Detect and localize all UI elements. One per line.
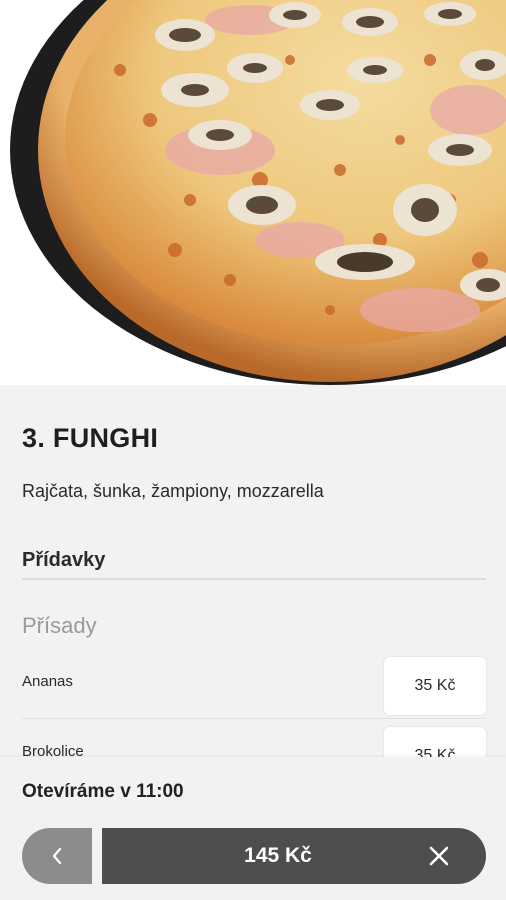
extras-heading: Přídavky (22, 549, 106, 571)
back-button[interactable] (22, 828, 92, 884)
product-image (0, 0, 506, 385)
opening-hours: Otevíráme v 11:00 (22, 781, 184, 802)
addon-add-button[interactable]: 35 Kč (384, 727, 486, 757)
pizza-illustration (10, 0, 506, 385)
section-divider (22, 578, 486, 580)
product-detail: 3. FUNGHI Rajčata, šunka, žampiony, mozz… (0, 385, 506, 757)
addon-row-brokolice: Brokolice 35 Kč (22, 727, 486, 757)
order-footer: Otevíráme v 11:00 145 Kč (0, 757, 506, 900)
product-description: Rajčata, šunka, žampiony, mozzarella (22, 481, 324, 501)
close-icon[interactable] (428, 845, 450, 867)
chevron-left-icon (52, 847, 62, 865)
addon-add-button[interactable]: 35 Kč (384, 657, 486, 715)
order-total: 145 Kč (244, 844, 312, 867)
addon-name: Brokolice (22, 743, 84, 757)
product-title: 3. FUNGHI (22, 423, 159, 453)
extras-group-label: Přísady (22, 613, 97, 638)
addon-name: Ananas (22, 673, 73, 690)
row-divider (22, 718, 486, 719)
addon-row-ananas: Ananas 35 Kč (22, 657, 486, 719)
add-to-cart-bar[interactable]: 145 Kč (102, 828, 486, 884)
